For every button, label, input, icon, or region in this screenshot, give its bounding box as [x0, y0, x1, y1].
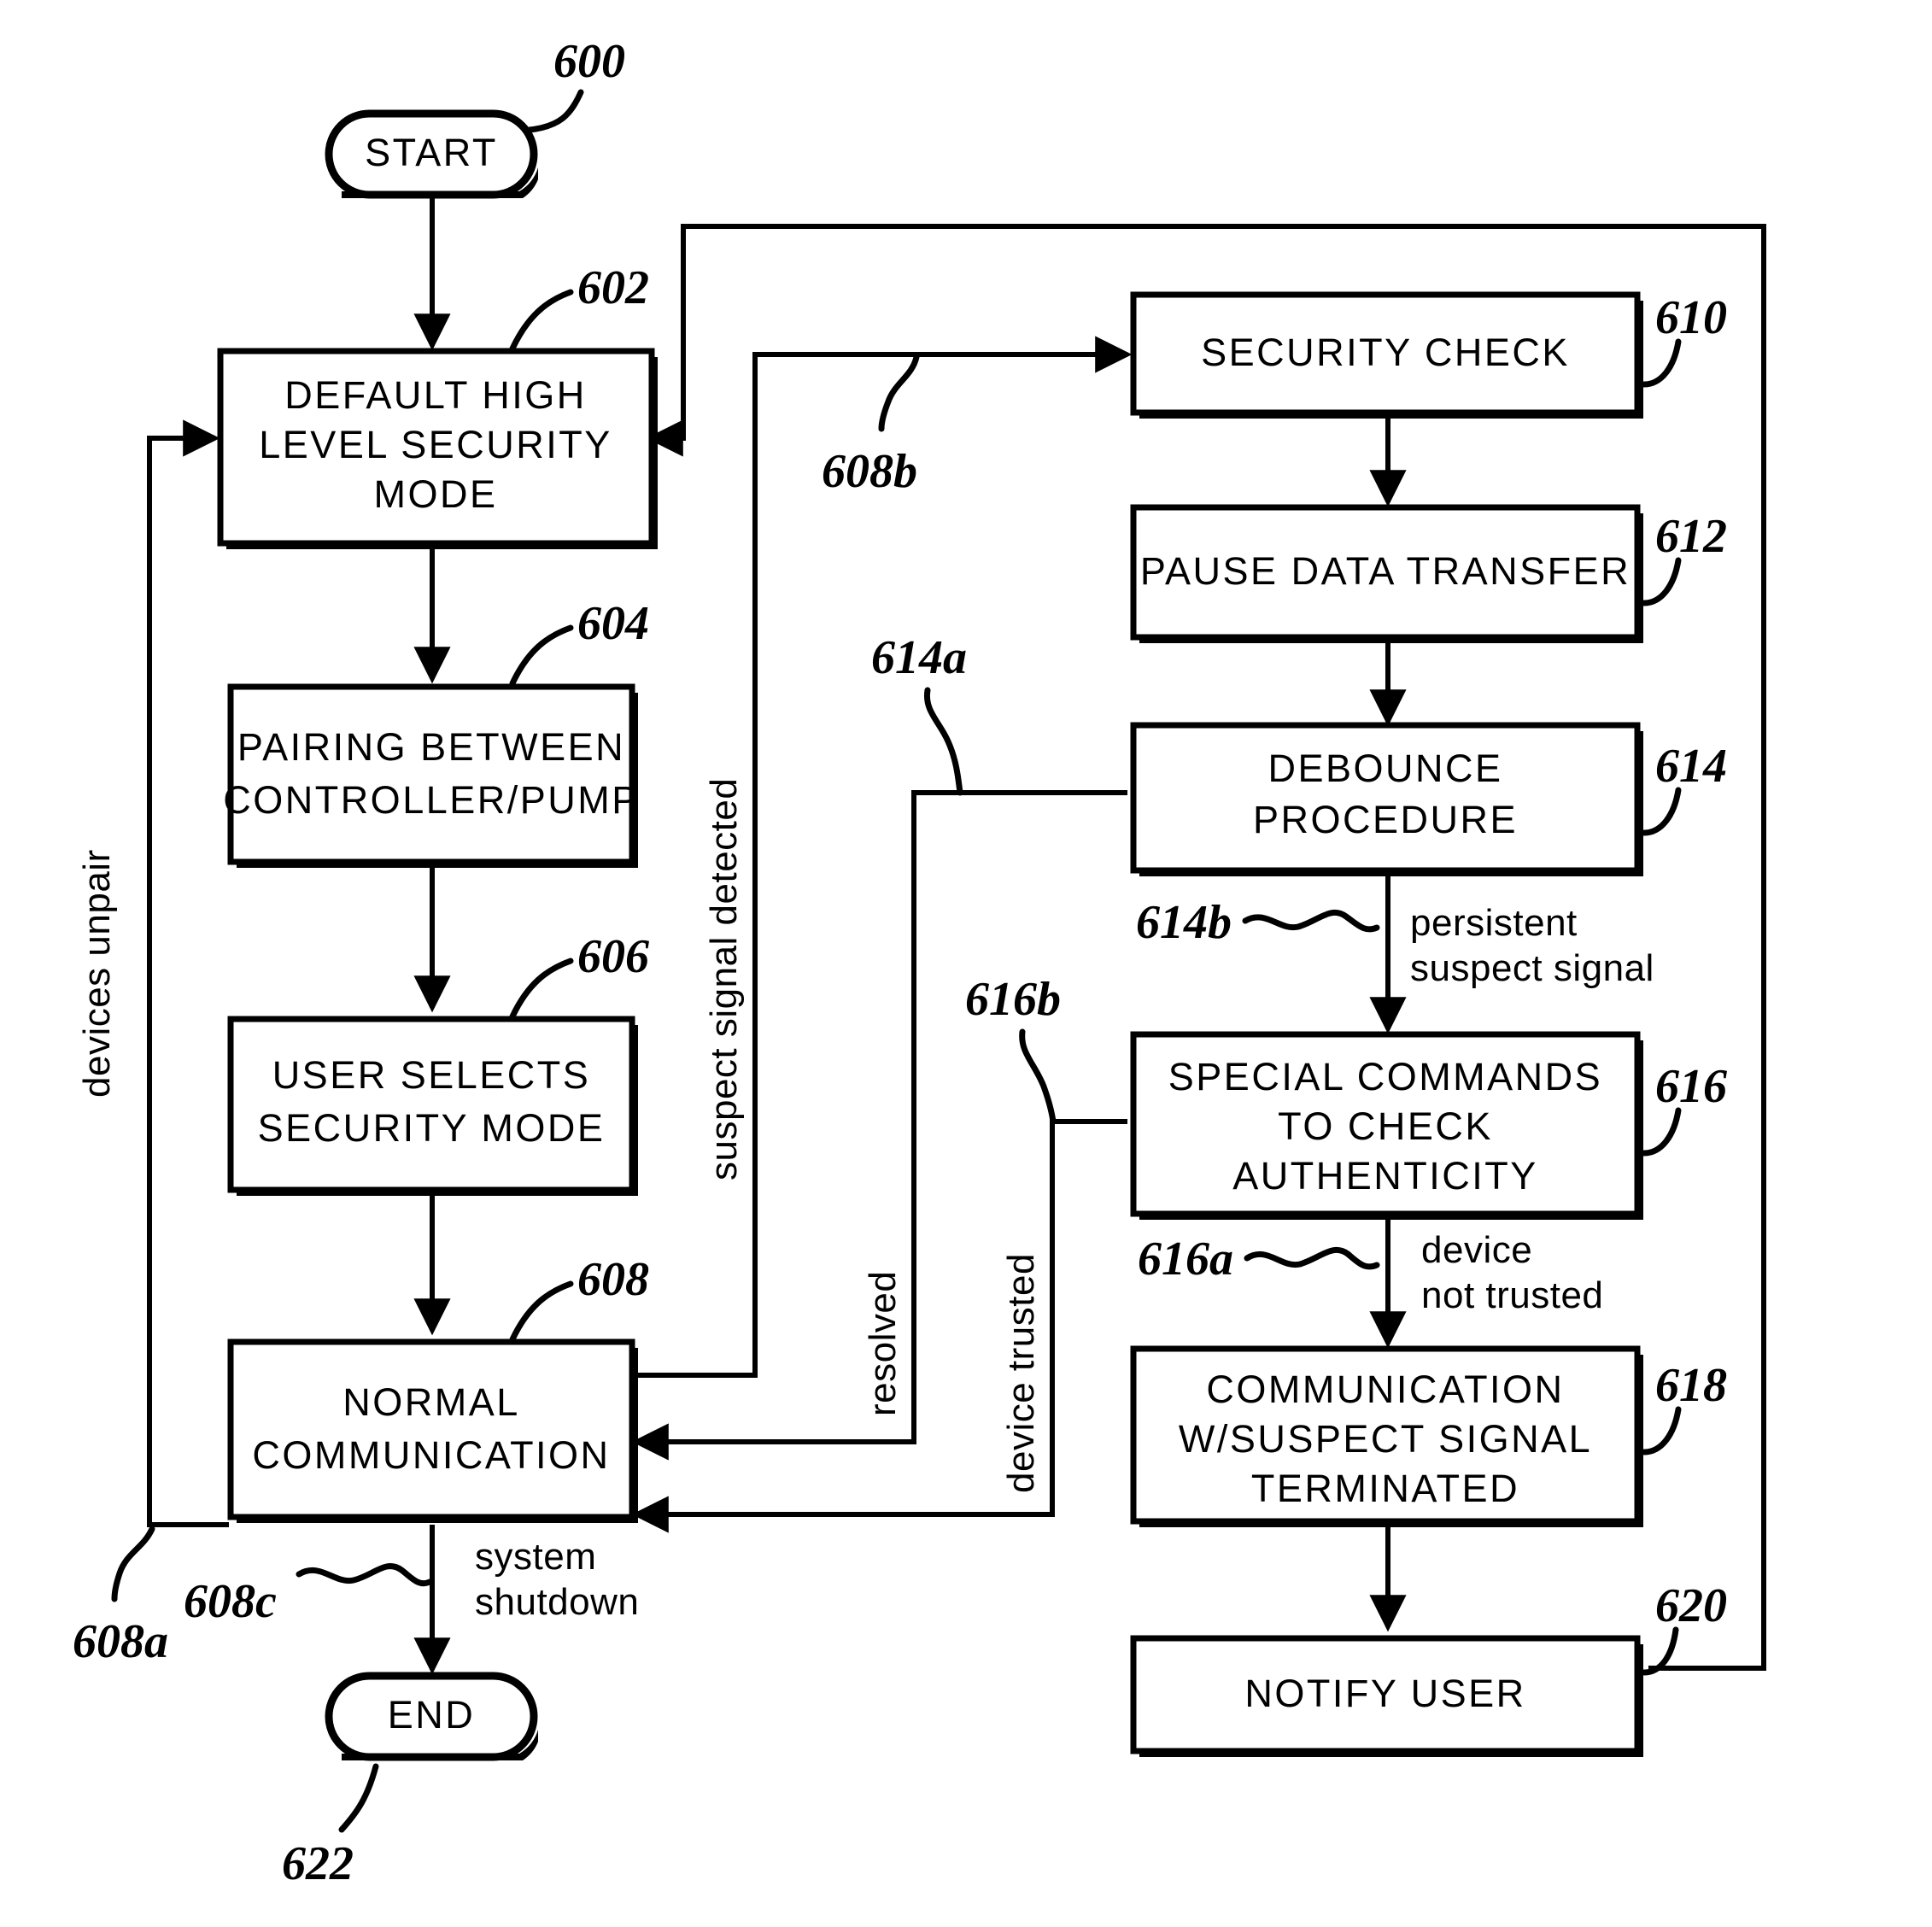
- ref-608c: 608c: [184, 1563, 433, 1628]
- ref-614b: 614b: [1136, 896, 1380, 949]
- label-resolved: resolved: [862, 1271, 904, 1416]
- box-602-line2: LEVEL SECURITY: [259, 423, 612, 466]
- start-label: START: [365, 131, 498, 174]
- edge-608a-devices-unpair: [147, 419, 229, 1527]
- ref-608b-text: 608b: [822, 445, 917, 498]
- ref-620: 620: [1641, 1579, 1727, 1676]
- box-616-line2: TO CHECK: [1278, 1104, 1493, 1148]
- label-persistent-line1: persistent: [1410, 902, 1578, 944]
- ref-606-text: 606: [577, 930, 649, 983]
- box-608-shape: [227, 1338, 635, 1520]
- node-default-security-mode[interactable]: DEFAULT HIGH LEVEL SECURITY MODE: [217, 348, 658, 549]
- box-608-line2: COMMUNICATION: [252, 1433, 610, 1477]
- box-612-line1: PAUSE DATA TRANSFER: [1140, 549, 1630, 593]
- ref-602-text: 602: [577, 261, 649, 314]
- ref-616: 616: [1641, 1060, 1727, 1157]
- ref-608b: 608b: [822, 354, 920, 498]
- ref-618: 618: [1641, 1359, 1727, 1456]
- ref-606: 606: [509, 930, 649, 1020]
- ref-622-text: 622: [282, 1837, 354, 1890]
- ref-616-text: 616: [1655, 1060, 1727, 1113]
- box-606-line2: SECURITY MODE: [258, 1106, 606, 1150]
- ref-608a-text: 608a: [73, 1615, 168, 1668]
- node-start[interactable]: START: [325, 109, 538, 199]
- ref-616b: 616b: [965, 973, 1061, 1125]
- node-special-commands[interactable]: SPECIAL COMMANDS TO CHECK AUTHENTICITY: [1130, 1031, 1643, 1220]
- box-608-line1: NORMAL: [342, 1380, 520, 1424]
- ref-614: 614: [1641, 740, 1727, 836]
- ref-600: 600: [526, 35, 625, 133]
- label-persistent-line2: suspect signal: [1410, 947, 1654, 989]
- ref-604: 604: [509, 597, 649, 687]
- ref-602: 602: [509, 261, 649, 352]
- ref-622: 622: [282, 1763, 379, 1890]
- ref-614a-text: 614a: [871, 631, 967, 684]
- box-620-line1: NOTIFY USER: [1244, 1672, 1525, 1715]
- ref-614a: 614a: [871, 631, 967, 796]
- ref-608: 608: [509, 1253, 649, 1343]
- box-614-line2: PROCEDURE: [1253, 798, 1518, 841]
- box-604-line1: PAIRING BETWEEN: [237, 725, 625, 769]
- patent-figure-container: START DEFAULT HIGH LEVEL SECURITY MODE P…: [0, 0, 1932, 1927]
- label-shutdown-line1: system: [475, 1536, 596, 1578]
- node-pause-data-transfer[interactable]: PAUSE DATA TRANSFER: [1130, 504, 1643, 643]
- box-604-shape: [227, 683, 635, 865]
- ref-618-text: 618: [1655, 1359, 1727, 1412]
- box-616-line3: AUTHENTICITY: [1232, 1154, 1538, 1198]
- box-602-line3: MODE: [374, 472, 498, 516]
- box-606-line1: USER SELECTS: [272, 1053, 591, 1097]
- node-user-selects-mode[interactable]: USER SELECTS SECURITY MODE: [227, 1016, 638, 1196]
- node-pairing[interactable]: PAIRING BETWEEN CONTROLLER/PUMP: [223, 683, 640, 868]
- ref-608c-text: 608c: [184, 1575, 277, 1628]
- label-shutdown-line2: shutdown: [475, 1581, 639, 1623]
- node-notify-user[interactable]: NOTIFY USER: [1130, 1635, 1643, 1757]
- node-normal-communication[interactable]: NORMAL COMMUNICATION: [227, 1338, 638, 1523]
- ref-616a: 616a: [1138, 1233, 1380, 1286]
- box-602-line1: DEFAULT HIGH: [284, 373, 586, 417]
- box-618-line3: TERMINATED: [1251, 1467, 1519, 1510]
- ref-612: 612: [1641, 510, 1727, 606]
- flowchart-svg: START DEFAULT HIGH LEVEL SECURITY MODE P…: [73, 35, 1766, 1890]
- box-618-line2: W/SUSPECT SIGNAL: [1179, 1417, 1592, 1461]
- ref-610-text: 610: [1655, 291, 1727, 344]
- ref-610: 610: [1641, 291, 1727, 388]
- node-debounce-procedure[interactable]: DEBOUNCE PROCEDURE: [1130, 722, 1643, 876]
- label-devices-unpair: devices unpair: [76, 849, 118, 1098]
- ref-614b-text: 614b: [1136, 896, 1232, 949]
- ref-614-text: 614: [1655, 740, 1727, 793]
- label-suspect-signal-detected: suspect signal detected: [703, 778, 745, 1180]
- label-not-trusted-line1: device: [1421, 1229, 1532, 1271]
- box-614-line1: DEBOUNCE: [1268, 747, 1502, 790]
- end-label: END: [388, 1693, 476, 1737]
- node-security-check[interactable]: SECURITY CHECK: [1130, 291, 1643, 419]
- ref-616b-text: 616b: [965, 973, 1061, 1026]
- label-not-trusted-line2: not trusted: [1421, 1274, 1603, 1316]
- ref-620-text: 620: [1655, 1579, 1727, 1632]
- ref-600-text: 600: [553, 35, 625, 88]
- ref-604-text: 604: [577, 597, 649, 650]
- label-device-trusted: device trusted: [1000, 1253, 1042, 1493]
- box-606-shape: [227, 1016, 635, 1193]
- ref-612-text: 612: [1655, 510, 1727, 563]
- box-604-line2: CONTROLLER/PUMP: [223, 778, 640, 822]
- ref-608a: 608a: [73, 1526, 168, 1668]
- box-610-line1: SECURITY CHECK: [1201, 331, 1570, 374]
- ref-608-text: 608: [577, 1253, 649, 1306]
- box-616-line1: SPECIAL COMMANDS: [1168, 1055, 1602, 1098]
- ref-616a-text: 616a: [1138, 1233, 1233, 1286]
- box-618-line1: COMMUNICATION: [1206, 1368, 1564, 1411]
- node-end[interactable]: END: [325, 1672, 538, 1761]
- node-comm-terminated[interactable]: COMMUNICATION W/SUSPECT SIGNAL TERMINATE…: [1130, 1345, 1643, 1527]
